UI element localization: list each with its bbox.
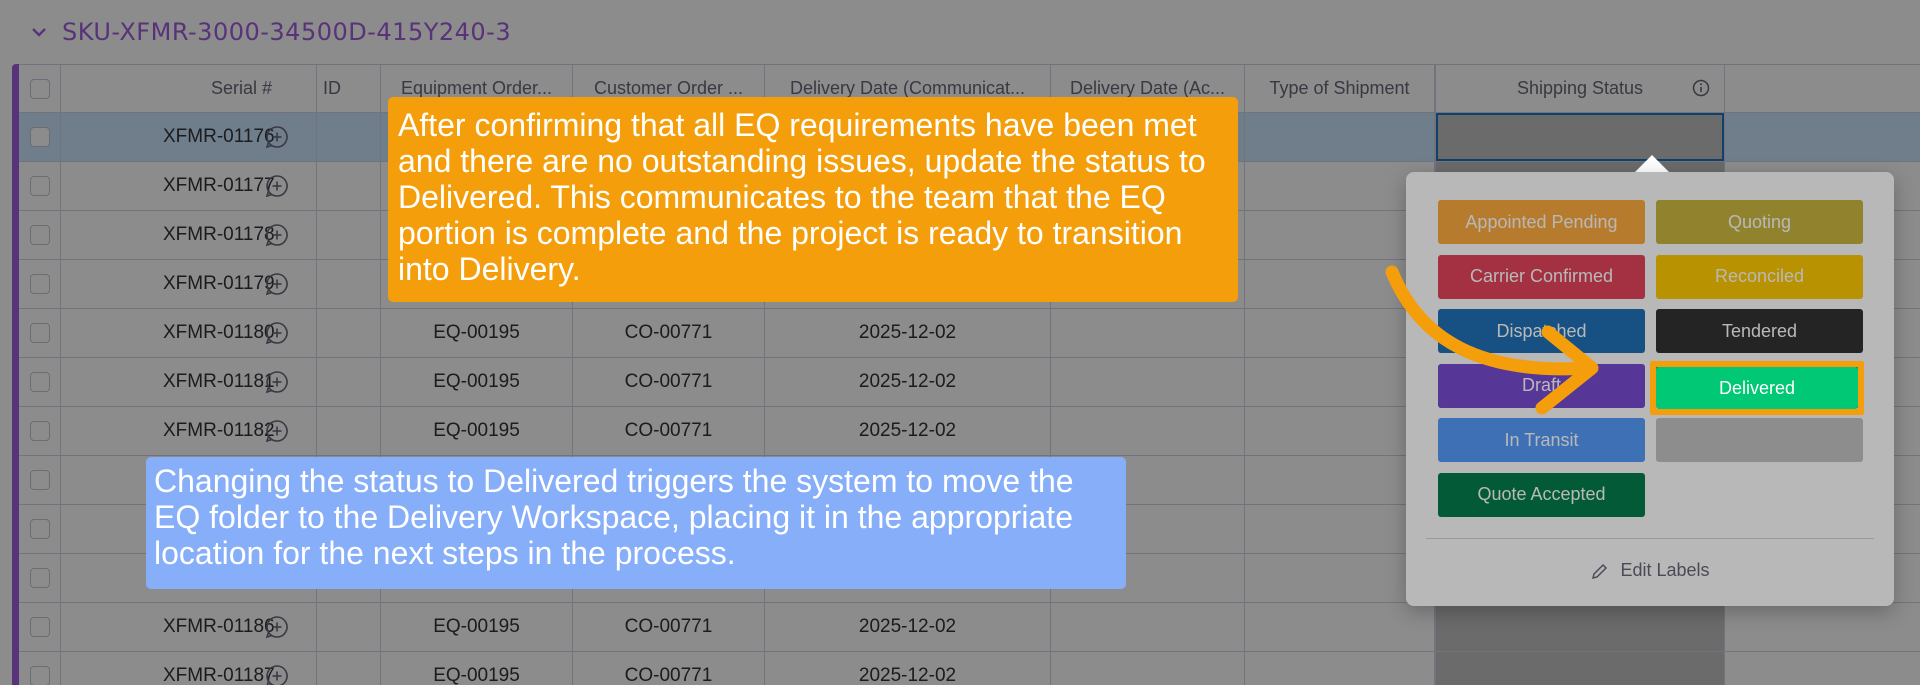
delivered-highlight-box <box>1650 361 1864 415</box>
status-option-label: Quoting <box>1727 211 1792 232</box>
status-option-tendered[interactable]: Tendered <box>1656 309 1863 353</box>
status-option-quoting[interactable]: Quoting <box>1656 200 1863 244</box>
status-option-appointed-pending[interactable]: Appointed Pending <box>1438 200 1645 244</box>
pointer-arrow-icon <box>1385 265 1599 415</box>
status-option-label: Tendered <box>1721 320 1798 341</box>
edit-labels-button[interactable]: Edit Labels <box>1406 560 1894 581</box>
edit-labels-text: Edit Labels <box>1620 560 1710 580</box>
status-option-label: Reconciled <box>1714 266 1805 286</box>
tutorial-callout-blue: Changing the status to Delivered trigger… <box>146 457 1126 589</box>
tutorial-callout-orange: After confirming that all EQ requirement… <box>388 97 1238 302</box>
pencil-icon <box>1592 563 1608 579</box>
status-option-empty[interactable] <box>1656 418 1863 462</box>
status-option-label: Quote Accepted <box>1477 484 1606 504</box>
popup-divider <box>1426 538 1874 539</box>
status-option-reconciled[interactable]: Reconciled <box>1656 254 1863 299</box>
status-option-label: Appointed Pending <box>1465 211 1618 232</box>
status-option-in-transit[interactable]: In Transit <box>1438 418 1645 462</box>
status-option-label: In Transit <box>1504 429 1579 450</box>
status-option-quote-accepted[interactable]: Quote Accepted <box>1438 472 1645 517</box>
